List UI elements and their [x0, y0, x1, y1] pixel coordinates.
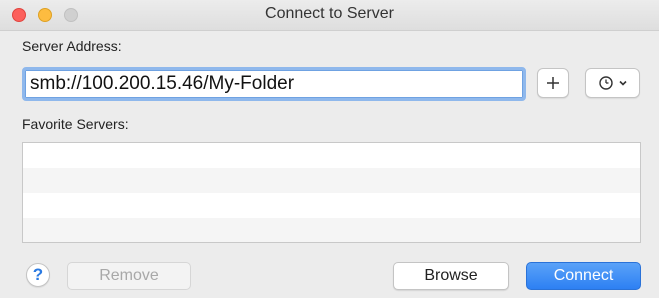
favorite-servers-list[interactable] — [22, 142, 641, 243]
chevron-down-icon — [618, 80, 627, 86]
list-row — [23, 143, 640, 168]
connect-to-server-window: Connect to Server Server Address: smb://… — [0, 0, 659, 298]
browse-button[interactable]: Browse — [393, 262, 509, 290]
recent-servers-button[interactable] — [585, 68, 640, 98]
plus-icon — [547, 77, 559, 89]
clock-icon — [598, 76, 613, 90]
help-button[interactable]: ? — [26, 263, 50, 287]
server-address-input[interactable]: smb://100.200.15.46/My-Folder — [22, 67, 526, 101]
connect-button[interactable]: Connect — [526, 262, 641, 290]
favorite-servers-label: Favorite Servers: — [22, 116, 129, 132]
server-address-label: Server Address: — [22, 38, 122, 54]
window-title: Connect to Server — [265, 5, 394, 22]
title-bar: Connect to Server — [0, 0, 659, 31]
remove-button: Remove — [67, 262, 191, 290]
list-row — [23, 218, 640, 242]
add-favorite-button[interactable] — [537, 68, 569, 98]
list-row — [23, 193, 640, 218]
list-row — [23, 168, 640, 193]
